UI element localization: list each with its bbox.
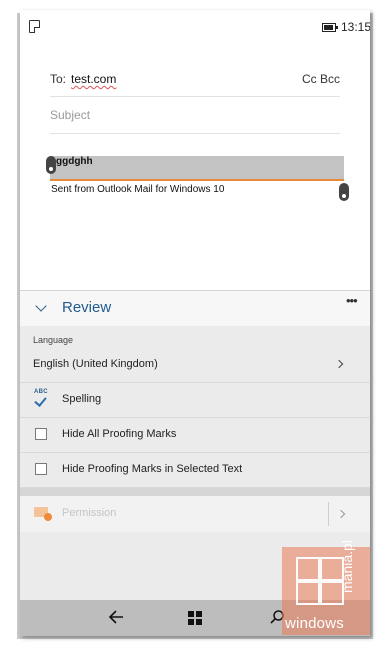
subject-input[interactable]: [50, 105, 330, 125]
hide-all-proofing-option[interactable]: Hide All Proofing Marks: [20, 418, 370, 453]
windows-logo-icon[interactable]: [188, 611, 202, 625]
watermark-logo: windows mania.pl: [282, 540, 370, 635]
to-recipient-text[interactable]: test.com: [71, 72, 116, 86]
permission-separator: [20, 488, 370, 496]
body-signature[interactable]: Sent from Outlook Mail for Windows 10: [51, 184, 224, 195]
to-label: To:: [50, 72, 67, 86]
to-field[interactable]: To: test.com Cc Bcc: [50, 60, 340, 97]
chevron-right-icon: [334, 359, 344, 369]
back-arrow-icon[interactable]: [107, 607, 127, 627]
subject-field[interactable]: [50, 97, 340, 134]
note-icon: [29, 20, 40, 33]
review-pane-header: Review •••: [20, 290, 370, 326]
spelling-check-icon: [34, 394, 47, 407]
selection-underline: [50, 179, 344, 181]
review-tab-title[interactable]: Review: [62, 299, 111, 316]
cc-bcc-button[interactable]: Cc Bcc: [302, 72, 340, 86]
language-selector[interactable]: English (United Kingdom): [20, 348, 370, 383]
selection-end-gripper[interactable]: [339, 183, 349, 201]
permission-label: Permission: [62, 507, 117, 519]
language-section-label: Language: [33, 335, 74, 345]
more-options-button[interactable]: •••: [346, 293, 358, 308]
battery-icon: [322, 23, 338, 32]
watermark-text: windows: [285, 615, 344, 632]
permission-button[interactable]: Permission: [20, 496, 370, 532]
status-time: 13:15: [341, 20, 370, 34]
language-value: English (United Kingdom): [33, 358, 158, 370]
permission-divider: [328, 502, 329, 526]
phone-screen: 13:15 To: test.com Cc Bcc ggdghh Sent fr…: [20, 10, 370, 636]
collapse-chevron-icon[interactable]: [35, 300, 47, 312]
body-selected-text[interactable]: ggdghh: [56, 156, 93, 167]
chevron-right-icon[interactable]: [336, 509, 346, 519]
hide-all-proofing-label: Hide All Proofing Marks: [62, 428, 177, 440]
permission-envelope-icon: [34, 507, 52, 521]
hide-selected-proofing-label: Hide Proofing Marks in Selected Text: [62, 463, 243, 475]
text-selection-highlight: [50, 156, 344, 180]
spelling-label: Spelling: [62, 393, 102, 405]
hide-selected-proofing-option[interactable]: Hide Proofing Marks in Selected Text: [20, 453, 370, 488]
selection-start-gripper[interactable]: [46, 156, 56, 174]
hide-all-proofing-checkbox[interactable]: [35, 428, 47, 440]
status-bar: 13:15: [20, 10, 370, 40]
watermark-vertical-text: mania.pl: [339, 540, 355, 593]
hide-selected-proofing-checkbox[interactable]: [35, 463, 47, 475]
spelling-button[interactable]: ABC Spelling: [20, 383, 370, 418]
